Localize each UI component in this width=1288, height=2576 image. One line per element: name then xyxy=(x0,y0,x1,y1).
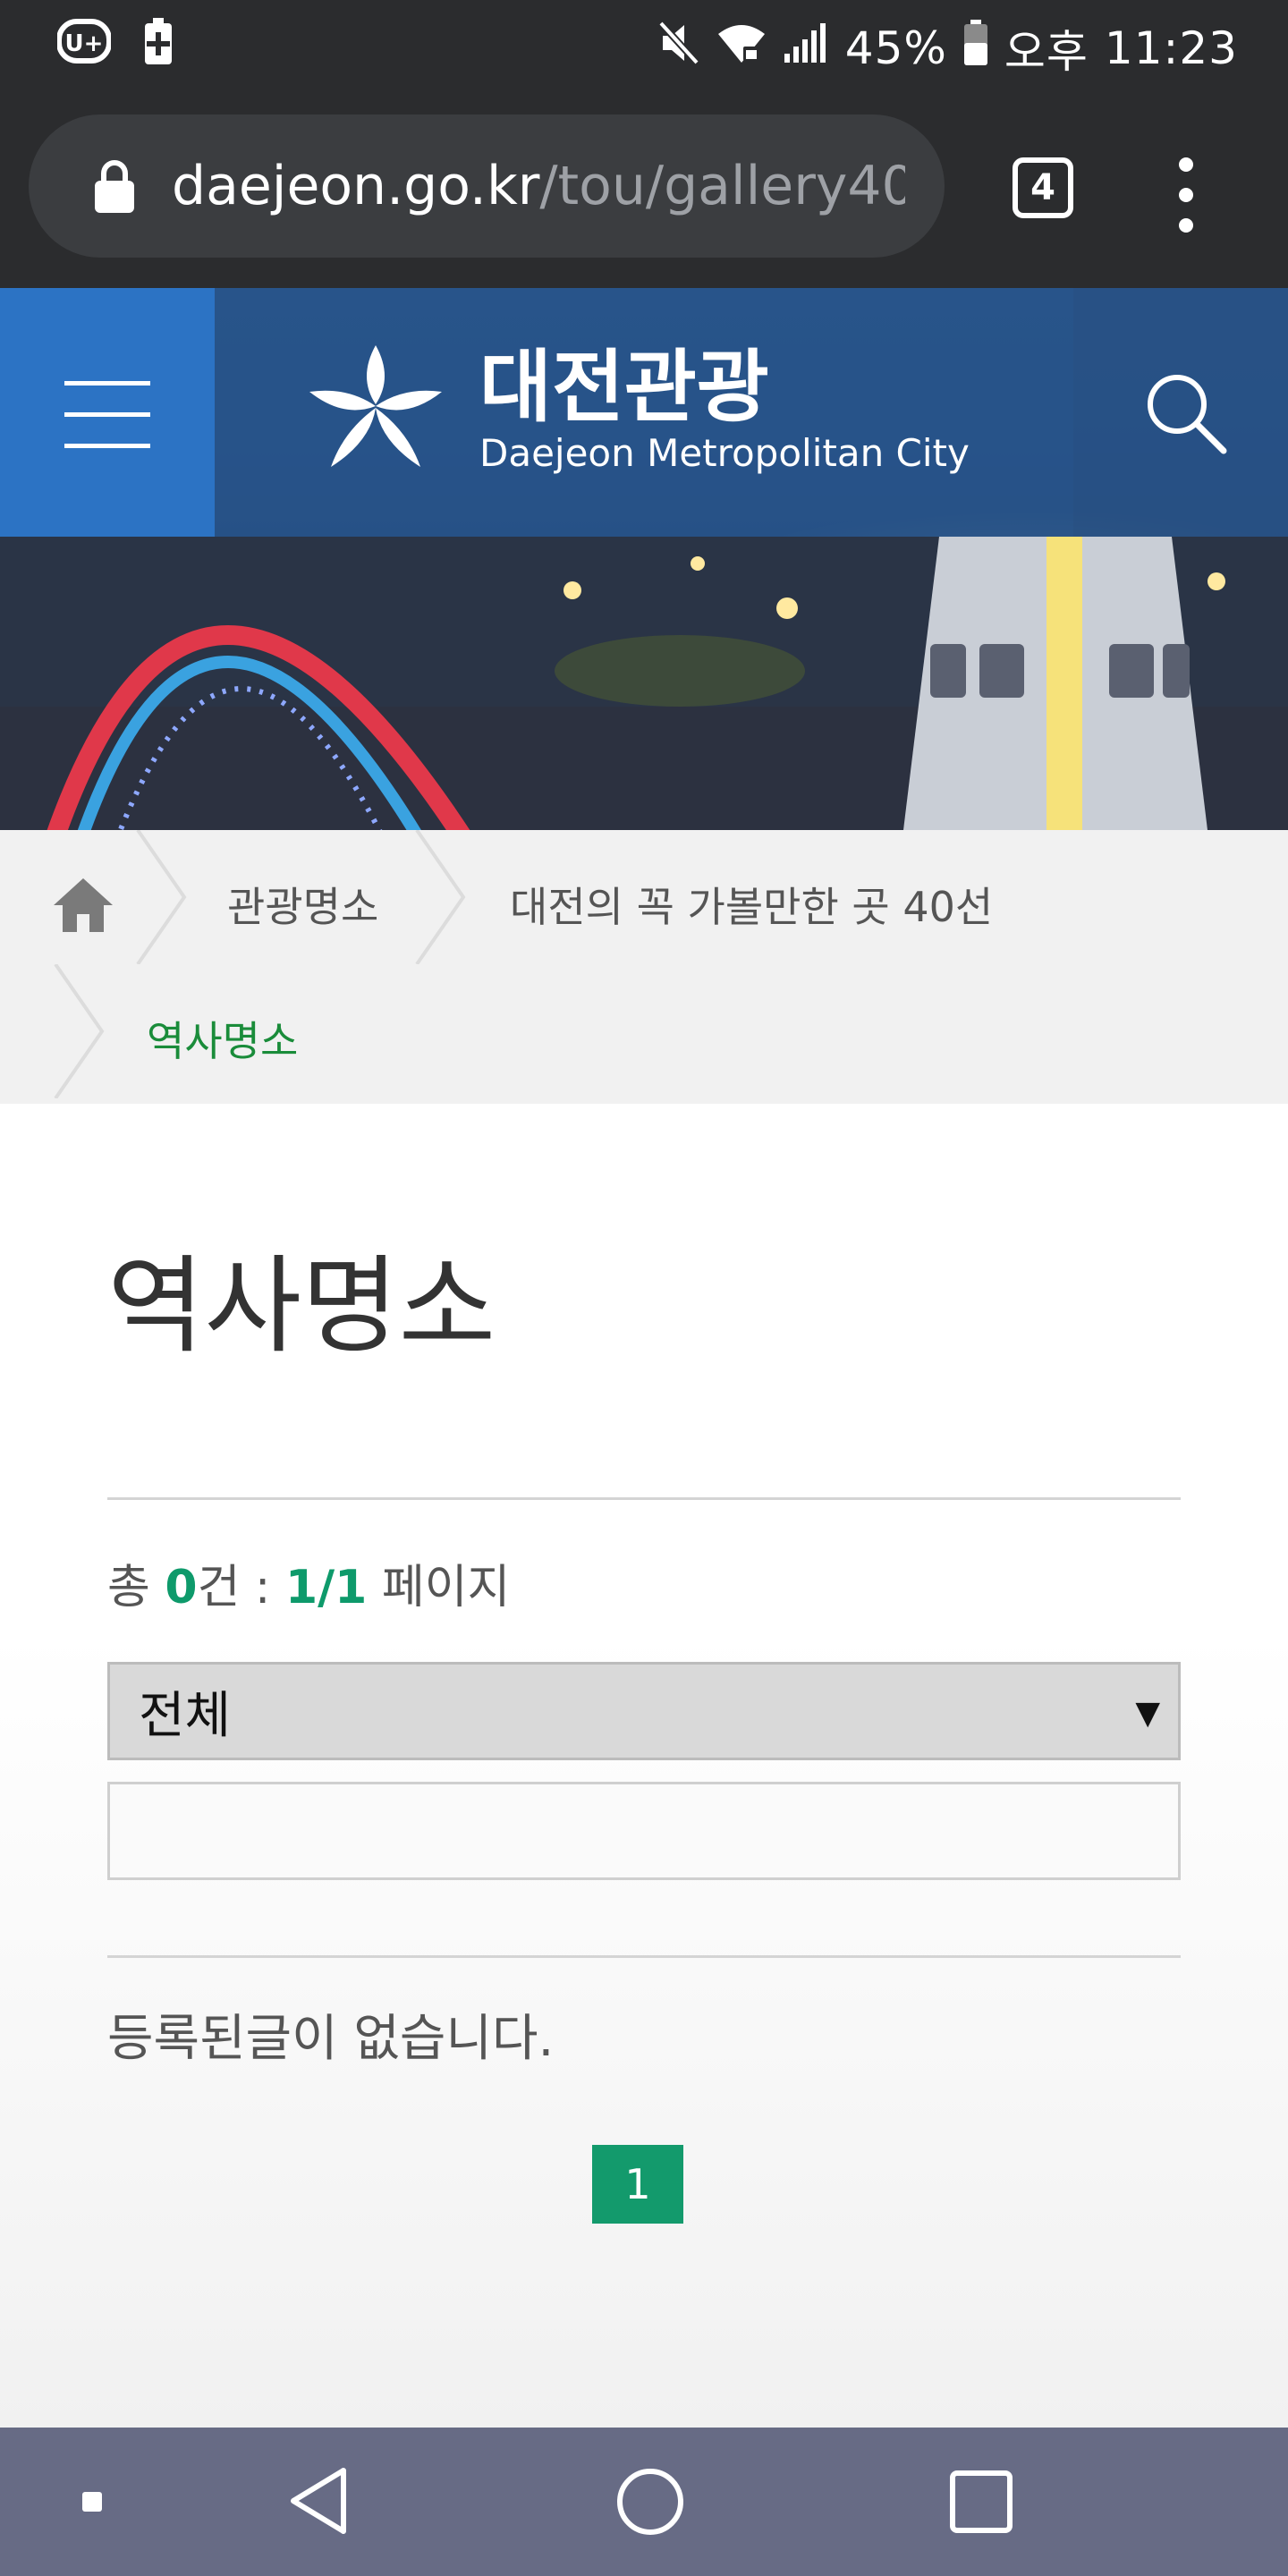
divider xyxy=(107,1955,1181,1958)
url-path: /tou/gallery40Bo xyxy=(539,155,905,217)
wifi-icon xyxy=(716,21,767,75)
divider xyxy=(107,1497,1181,1500)
recent-apps-icon[interactable] xyxy=(950,2470,1013,2533)
breadcrumb-item[interactable]: 대전의 꼭 가볼만한 곳 40선 xyxy=(510,875,993,934)
tab-switcher-button[interactable]: 4 xyxy=(1013,157,1073,218)
url-text: daejeon.go.kr/tou/gallery40Bo xyxy=(172,155,905,217)
flower-emblem-icon xyxy=(304,342,447,479)
breadcrumb-item[interactable]: 관광명소 xyxy=(227,875,378,934)
count-suffix: 페이지 xyxy=(367,1561,511,1614)
address-bar[interactable]: daejeon.go.kr/tou/gallery40Bo xyxy=(29,114,945,258)
browser-toolbar: daejeon.go.kr/tou/gallery40Bo 4 xyxy=(0,89,1288,288)
battery-saver-icon xyxy=(143,18,174,68)
search-icon[interactable] xyxy=(1143,370,1229,460)
hamburger-icon xyxy=(64,381,150,475)
system-navigation-bar xyxy=(0,2428,1288,2576)
breadcrumb-separator-icon xyxy=(134,828,188,968)
more-options-icon[interactable] xyxy=(1177,157,1195,233)
count-mid: 건 : xyxy=(197,1561,285,1614)
breadcrumb: 관광명소 대전의 꼭 가볼만한 곳 40선 역사명소 xyxy=(0,828,1288,1104)
count-page: 1/1 xyxy=(284,1561,368,1614)
back-icon[interactable] xyxy=(288,2467,351,2538)
signal-icon xyxy=(783,21,829,75)
url-host: daejeon.go.kr xyxy=(172,155,540,217)
clock: 11:23 xyxy=(1104,22,1238,74)
carrier-logo-icon: U+ xyxy=(56,18,112,68)
empty-list-message: 등록된글이 없습니다. xyxy=(107,2010,555,2068)
header-banner: 대전관광 Daejeon Metropolitan City xyxy=(0,288,1288,830)
battery-icon xyxy=(963,20,988,77)
category-select[interactable]: 전체 ▼ xyxy=(107,1662,1181,1760)
breadcrumb-separator-icon xyxy=(413,828,467,968)
night-scene-image xyxy=(0,537,1288,830)
menu-button[interactable] xyxy=(0,288,215,537)
count-prefix: 총 xyxy=(107,1561,165,1614)
dropdown-arrow-icon: ▼ xyxy=(1135,1695,1160,1732)
svg-text:U+: U+ xyxy=(65,30,104,57)
breadcrumb-separator-icon xyxy=(52,962,106,1102)
main-content: 역사명소 총 0건 : 1/1 페이지 전체 ▼ 등록된글이 없습니다. 1 xyxy=(0,1104,1288,2428)
pagination-page-button[interactable]: 1 xyxy=(592,2145,683,2224)
lock-icon xyxy=(93,157,136,215)
home-icon[interactable] xyxy=(52,877,114,937)
logo-english: Daejeon Metropolitan City xyxy=(479,431,970,475)
status-bar: U+ 45% 오후 11:23 xyxy=(0,0,1288,89)
mute-icon xyxy=(657,20,700,77)
logo-korean: 대전관광 xyxy=(479,341,769,433)
search-input[interactable] xyxy=(107,1782,1181,1880)
nav-indicator-icon xyxy=(82,2492,102,2512)
category-select-value: 전체 xyxy=(139,1686,232,1745)
count-total: 0 xyxy=(165,1561,198,1614)
time-ampm: 오후 xyxy=(1004,26,1089,78)
site-logo[interactable]: 대전관광 Daejeon Metropolitan City xyxy=(304,342,970,479)
breadcrumb-current[interactable]: 역사명소 xyxy=(147,1009,298,1068)
result-count: 총 0건 : 1/1 페이지 xyxy=(107,1549,510,1616)
page-title: 역사명소 xyxy=(107,1244,496,1368)
battery-percent: 45% xyxy=(844,22,947,74)
home-button-icon[interactable] xyxy=(617,2469,683,2535)
